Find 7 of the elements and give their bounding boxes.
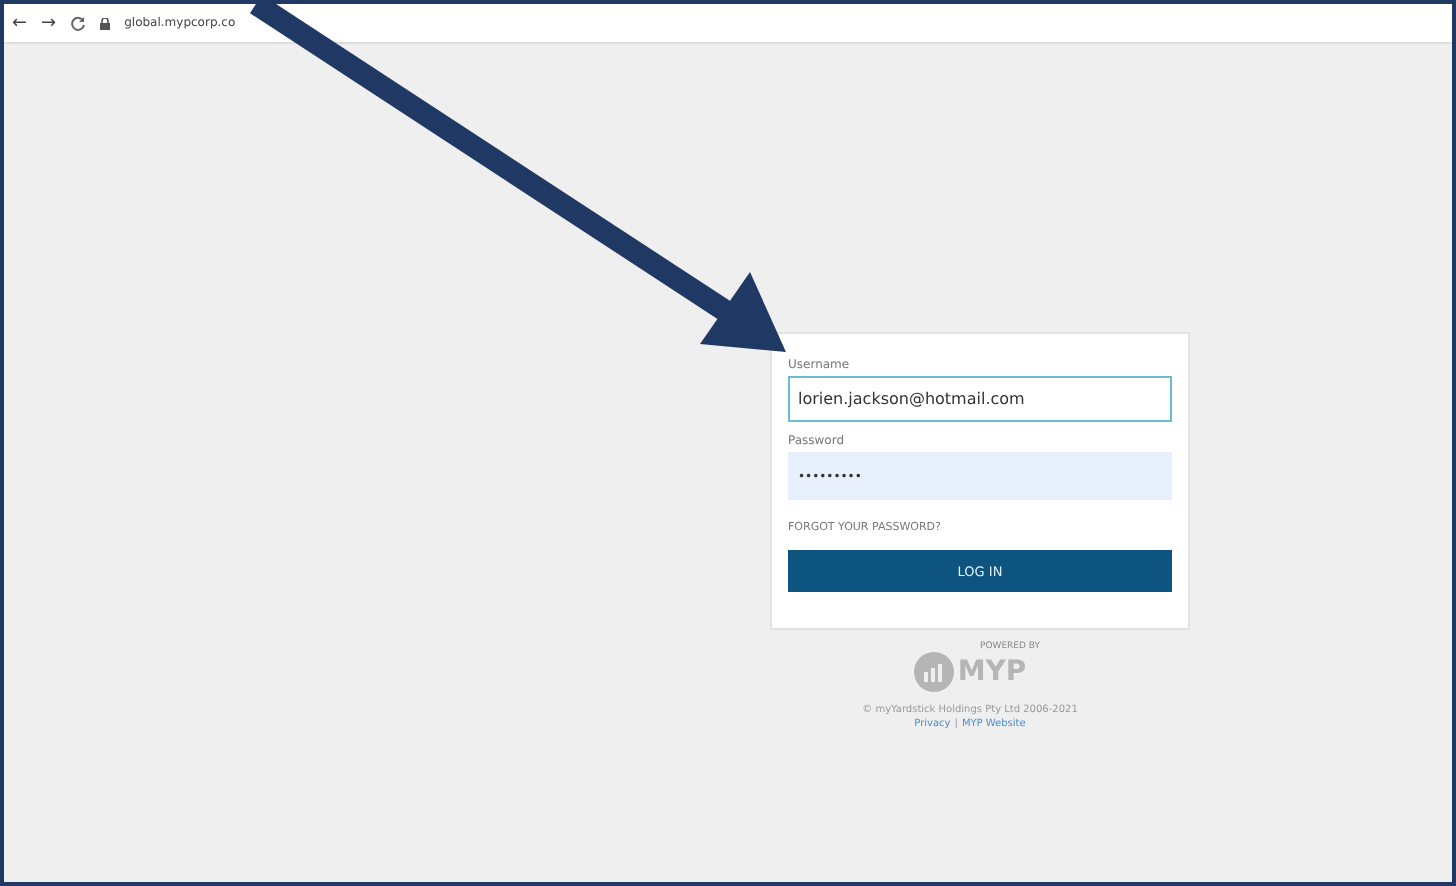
forward-arrow[interactable]: →	[41, 13, 57, 33]
lock-icon	[100, 17, 111, 29]
logo-text: MYP	[957, 656, 1027, 688]
username-field[interactable]: lorien.jackson@hotmail.com	[788, 376, 1172, 422]
reload-icon[interactable]	[70, 15, 87, 31]
chart-logo-icon	[913, 652, 954, 692]
back-arrow[interactable]: ←	[12, 13, 28, 33]
